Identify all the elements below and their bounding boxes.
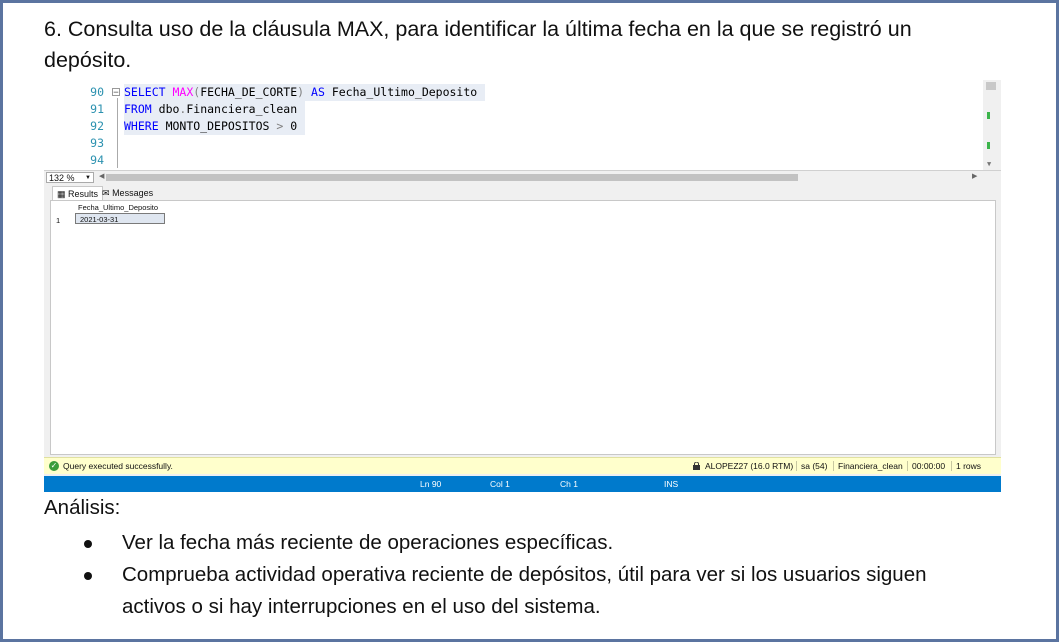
grid-icon: ▦	[57, 189, 66, 199]
collapse-toggle-icon[interactable]: −	[112, 88, 120, 98]
line-number: 92	[90, 119, 104, 133]
scroll-down-icon[interactable]: ▼	[987, 160, 991, 168]
exercise-heading: 6. Consulta uso de la cláusula MAX, para…	[44, 17, 912, 72]
column-header[interactable]: Fecha_Ultimo_Deposito	[78, 203, 158, 212]
status-time: 00:00:00	[912, 461, 946, 471]
outline-guide	[117, 98, 118, 168]
line-number: 94	[90, 153, 104, 167]
status-message: Query executed successfully.	[63, 461, 173, 471]
scroll-right-icon[interactable]: ▶	[972, 172, 977, 180]
code-line-where: WHERE MONTO_DEPOSITOS > 0	[124, 118, 306, 135]
analysis-list: Ver la fecha más reciente de operaciones…	[84, 527, 984, 623]
editor-horizontal-bar: 132 % ▼ ◀ ▶	[44, 170, 1001, 185]
status-rows: 1 rows	[956, 461, 982, 471]
status-line: Ln 90	[420, 479, 442, 489]
row-number[interactable]: 1	[56, 216, 60, 225]
success-check-icon: ✓	[49, 461, 59, 471]
status-column: Col 1	[490, 479, 510, 489]
list-item: Comprueba actividad operativa reciente d…	[84, 559, 984, 623]
line-number: 91	[90, 102, 104, 116]
change-marker	[987, 112, 990, 119]
line-number: 90	[90, 85, 104, 99]
status-char: Ch 1	[560, 479, 578, 489]
messages-icon: ✉	[102, 188, 110, 198]
lock-icon	[693, 462, 700, 470]
scroll-left-icon[interactable]: ◀	[99, 172, 104, 180]
status-user: sa (54)	[801, 461, 828, 471]
tab-messages[interactable]: ✉ Messages	[98, 186, 157, 200]
results-grid: Fecha_Ultimo_Deposito 1 2021-03-31	[50, 200, 996, 455]
bullet-icon	[84, 540, 92, 548]
status-insert-mode: INS	[664, 479, 679, 489]
editor-vertical-scrollbar[interactable]: ▼	[983, 80, 1000, 170]
scroll-thumb[interactable]	[986, 82, 996, 90]
change-marker	[987, 142, 990, 149]
chevron-down-icon: ▼	[85, 175, 91, 181]
code-line-select: SELECT MAX(FECHA_DE_CORTE) AS Fecha_Ulti…	[124, 84, 486, 101]
analysis-title: Análisis:	[44, 496, 121, 519]
query-editor[interactable]: 90 91 92 93 94 − SELECT MAX(FECHA_DE_COR…	[44, 80, 1000, 170]
status-database: Financiera_clean	[838, 461, 903, 471]
horizontal-scroll-thumb[interactable]	[106, 174, 798, 181]
editor-status-bar: Ln 90 Col 1 Ch 1 INS	[44, 476, 1001, 492]
results-tabs: ▦ Results ✉ Messages	[44, 185, 1001, 201]
code-line-from: FROM dbo.Financiera_clean	[124, 101, 306, 118]
list-item: Ver la fecha más reciente de operaciones…	[84, 527, 984, 559]
tab-results[interactable]: ▦ Results	[52, 186, 104, 201]
result-cell[interactable]: 2021-03-31	[75, 213, 165, 224]
query-status-bar: ✓ Query executed successfully. ALOPEZ27 …	[44, 457, 1001, 474]
zoom-select[interactable]: 132 % ▼	[46, 172, 94, 183]
status-server: ALOPEZ27 (16.0 RTM)	[705, 461, 794, 471]
line-number: 93	[90, 136, 104, 150]
ssms-window: 90 91 92 93 94 − SELECT MAX(FECHA_DE_COR…	[44, 80, 1001, 492]
bullet-icon	[84, 572, 92, 580]
